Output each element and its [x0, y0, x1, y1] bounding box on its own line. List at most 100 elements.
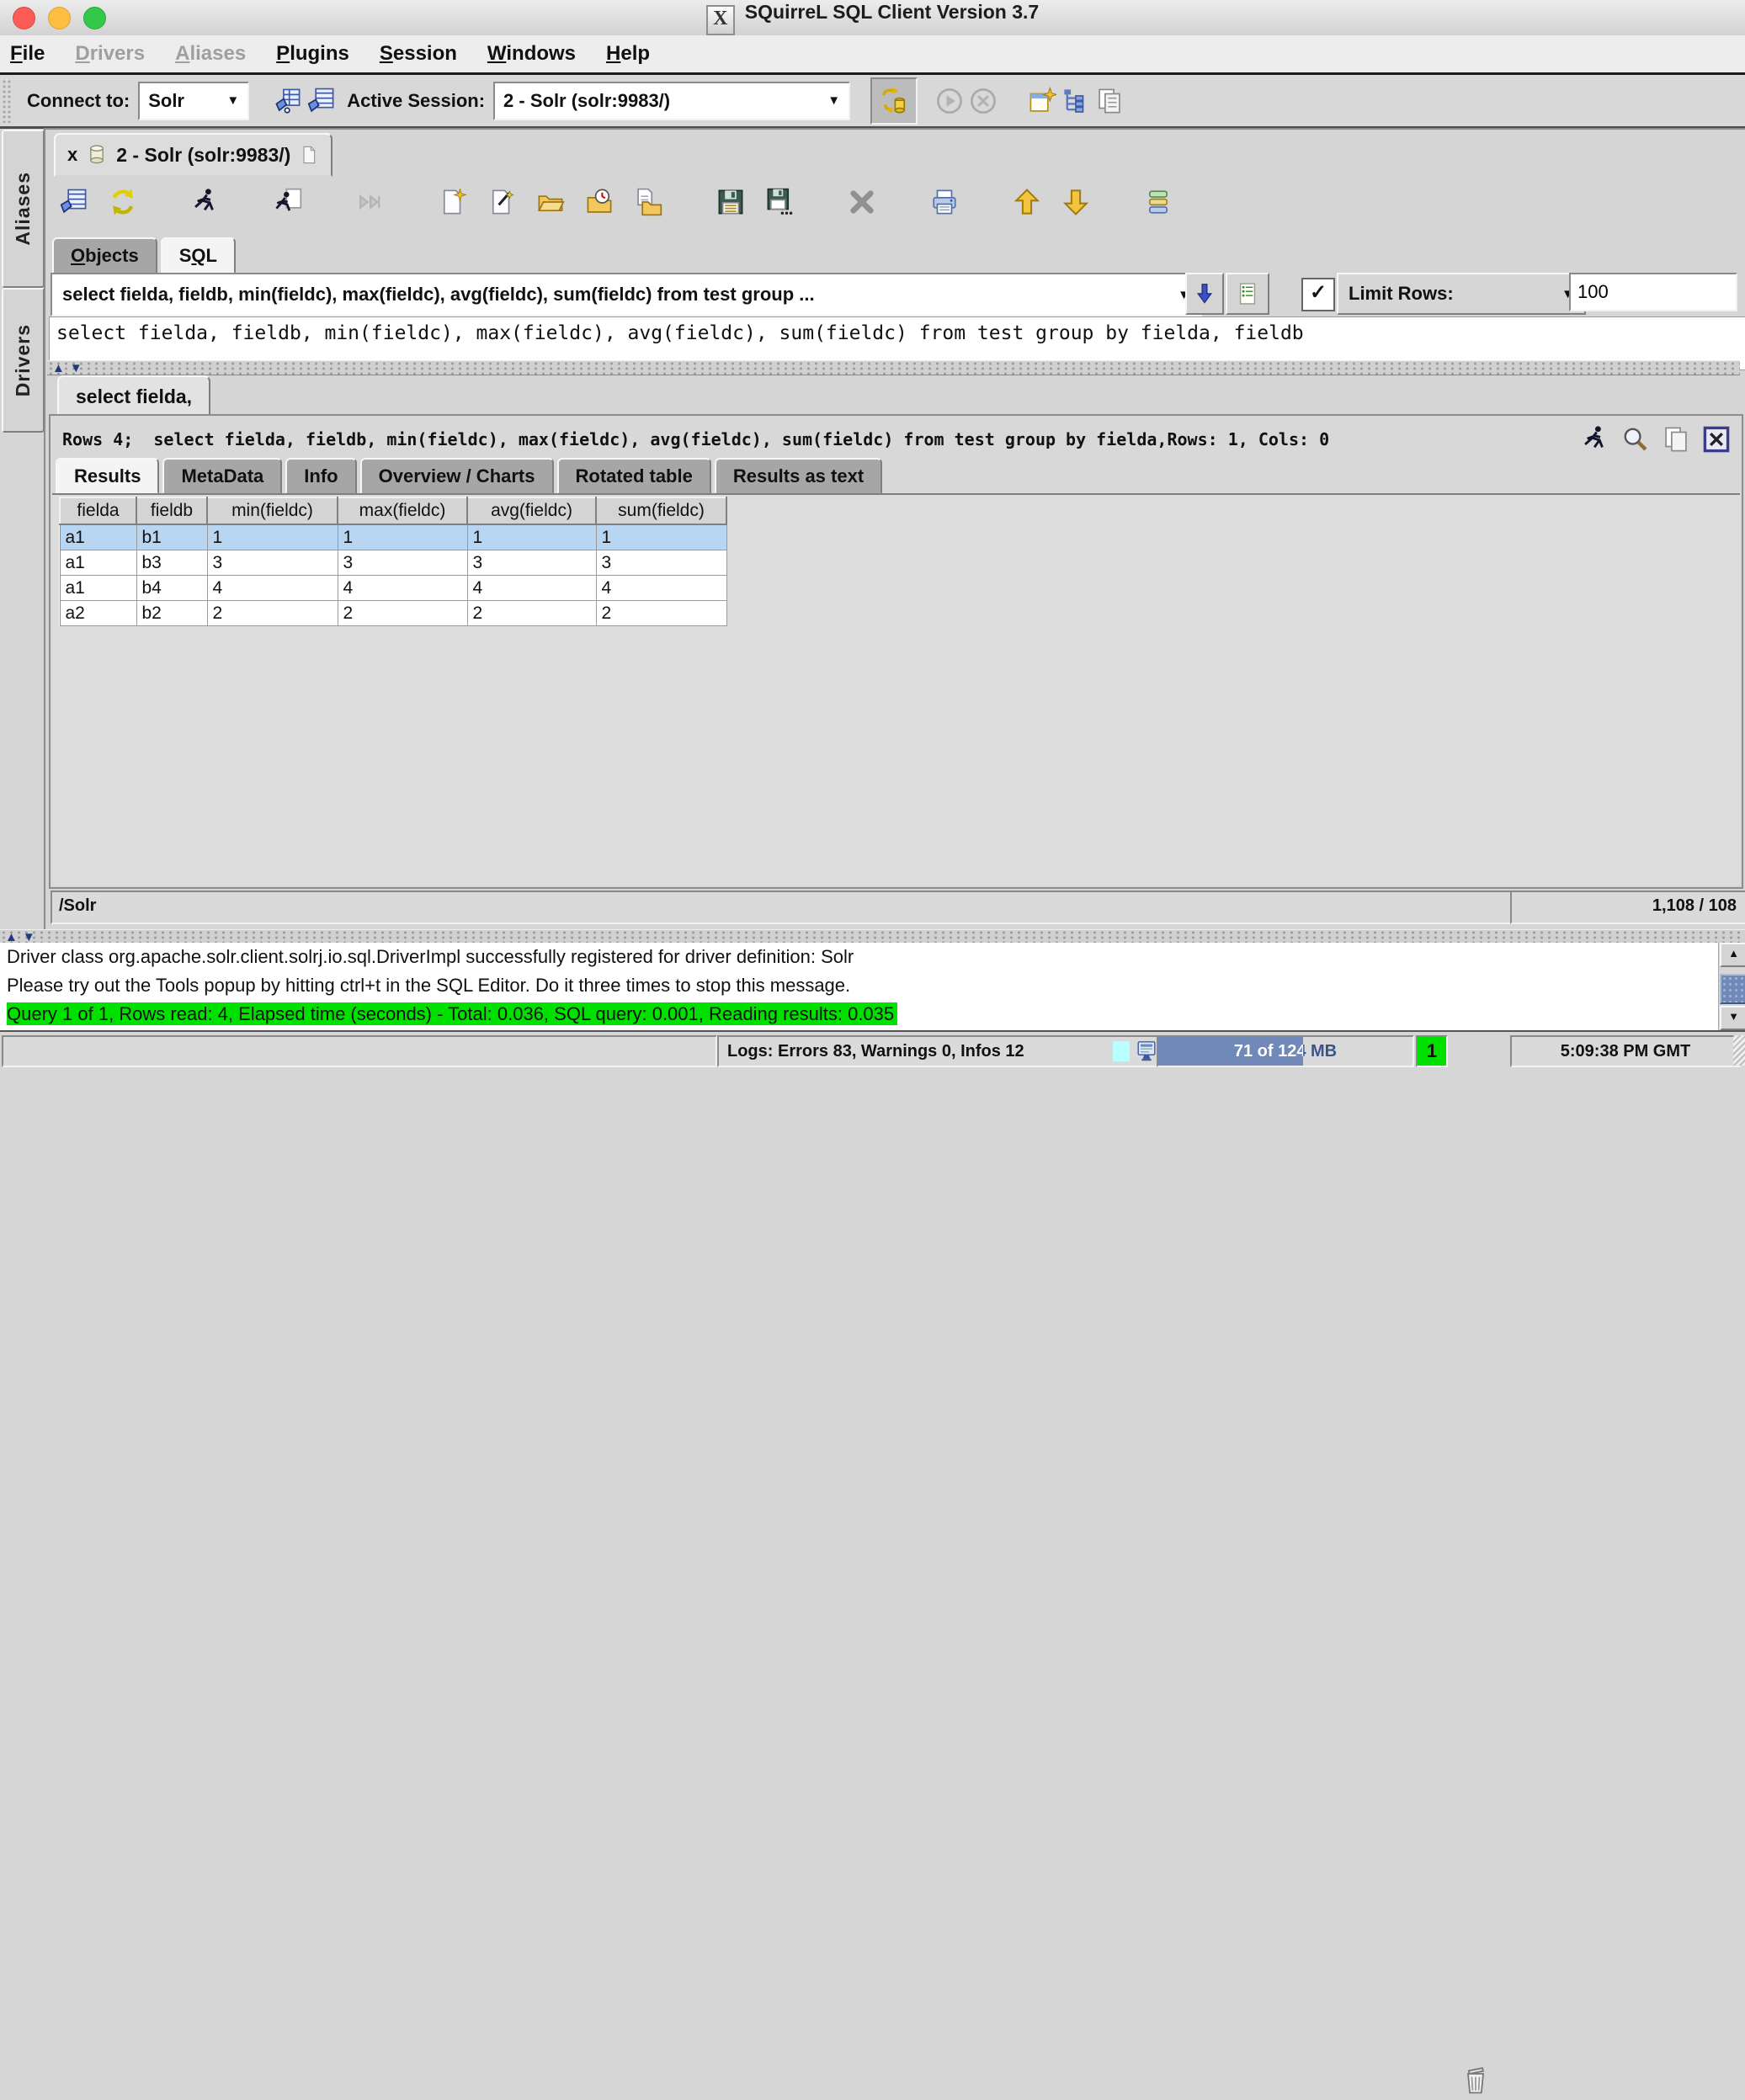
connect-to-dropdown[interactable]: Solr ▼ — [138, 82, 249, 120]
cell: 1 — [207, 524, 338, 550]
editor-results-splitter[interactable]: ▲ ▼ — [47, 360, 1740, 375]
sql-history-dropdown[interactable]: select fielda, fieldb, min(fieldc), max(… — [51, 273, 1202, 316]
append-file-icon[interactable] — [631, 185, 665, 219]
menu-file[interactable]: File — [10, 42, 45, 66]
close-file-icon — [845, 185, 879, 219]
table-row[interactable]: a1b11111 — [60, 524, 726, 550]
column-header[interactable]: min(fieldc) — [207, 497, 338, 524]
column-header[interactable]: max(fieldc) — [338, 497, 467, 524]
cell: 1 — [467, 524, 596, 550]
log-viewer-icon[interactable] — [1135, 1039, 1158, 1063]
collapse-down-icon[interactable]: ▼ — [70, 362, 82, 375]
new-sql-icon[interactable] — [436, 185, 470, 219]
rerun-sql-icon[interactable] — [1578, 423, 1612, 456]
sidebar-drivers-label: Drivers — [12, 324, 35, 396]
edit-sql-wand-icon[interactable] — [485, 185, 519, 219]
copy-result-icon[interactable] — [1659, 423, 1693, 456]
collapse-up-icon[interactable]: ▲ — [52, 362, 65, 375]
menu-windows[interactable]: Windows — [487, 42, 576, 66]
cell: 3 — [207, 550, 338, 576]
result-frame-tab[interactable]: select fielda, — [57, 375, 210, 417]
gc-trash-icon[interactable] — [1460, 2065, 1491, 2100]
toolbar-drag-handle[interactable] — [2, 79, 12, 123]
column-header[interactable]: fieldb — [136, 497, 207, 524]
session-count-badge: 1 — [1416, 1035, 1448, 1067]
cell: 3 — [338, 550, 467, 576]
cell: 3 — [596, 550, 726, 576]
save-as-icon[interactable] — [763, 185, 796, 219]
tab-rotated-table-label: Rotated table — [576, 465, 693, 487]
clock-text: 5:09:38 PM GMT — [1561, 1042, 1690, 1061]
db-cylinder-icon — [86, 142, 108, 167]
sidebar-item-aliases[interactable]: Aliases — [2, 130, 45, 288]
file-history-icon[interactable] — [583, 185, 616, 219]
active-session-dropdown[interactable]: 2 - Solr (solr:9983/) ▼ — [493, 82, 850, 120]
commit-icon[interactable] — [870, 77, 918, 125]
alias-connect-icon[interactable] — [271, 84, 305, 118]
next-result-icon[interactable] — [1059, 185, 1093, 219]
resize-grip[interactable] — [1733, 1035, 1745, 1066]
menu-session[interactable]: Session — [380, 42, 457, 66]
sql-history-list-button[interactable] — [1226, 273, 1269, 315]
tab-overview-charts[interactable]: Overview / Charts — [360, 458, 554, 494]
print-icon[interactable] — [928, 185, 961, 219]
tab-sql[interactable]: SQL — [161, 237, 236, 274]
menu-plugins[interactable]: Plugins — [276, 42, 349, 66]
cell: b3 — [136, 550, 207, 576]
save-icon[interactable] — [714, 185, 747, 219]
scrollbar-thumb[interactable] — [1720, 974, 1745, 1004]
cell: 4 — [338, 576, 467, 601]
memory-text-overlay: 71 of 124 MB — [1158, 1037, 1412, 1066]
session-status-path: /Solr — [51, 891, 1515, 924]
sidebar-item-drivers[interactable]: Drivers — [2, 288, 45, 433]
scroll-down-icon[interactable]: ▼ — [1720, 1006, 1745, 1030]
table-row[interactable]: a1b44444 — [60, 576, 726, 601]
close-result-icon[interactable] — [1700, 423, 1733, 456]
tab-results-as-text[interactable]: Results as text — [715, 458, 882, 494]
tab-info[interactable]: Info — [285, 458, 356, 494]
limit-rows-input[interactable] — [1569, 273, 1737, 311]
tab-sql-label: SQL — [179, 245, 217, 267]
message-log[interactable]: Driver class org.apache.solr.client.solr… — [0, 943, 1745, 1030]
limit-rows-label: Limit Rows: — [1349, 283, 1454, 305]
tab-results-as-text-label: Results as text — [733, 465, 864, 487]
object-tree-icon[interactable] — [1059, 84, 1093, 118]
cell: 2 — [467, 601, 596, 626]
new-session-window-icon[interactable] — [1025, 84, 1059, 118]
collapse-down-icon[interactable]: ▼ — [23, 931, 35, 944]
run-all-sql-icon[interactable] — [271, 185, 305, 219]
column-header[interactable]: avg(fieldc) — [467, 497, 596, 524]
previous-result-icon[interactable] — [1010, 185, 1044, 219]
refresh-icon[interactable] — [106, 185, 140, 219]
table-row[interactable]: a2b22222 — [60, 601, 726, 626]
exec-sql-button[interactable] — [1185, 273, 1224, 315]
tab-metadata[interactable]: MetaData — [162, 458, 282, 494]
session-sheet-icon[interactable] — [305, 84, 338, 118]
chevron-down-icon: ▼ — [827, 93, 840, 108]
table-row[interactable]: a1b33333 — [60, 550, 726, 576]
column-header[interactable]: sum(fieldc) — [596, 497, 726, 524]
result-tab-list-icon[interactable] — [1141, 185, 1175, 219]
limit-rows-checkbox[interactable]: ✓ — [1301, 278, 1335, 311]
column-header[interactable]: fielda — [60, 497, 136, 524]
collapse-up-icon[interactable]: ▲ — [5, 931, 18, 944]
run-sql-icon[interactable] — [189, 185, 222, 219]
session-toolbar — [57, 178, 1737, 226]
find-in-result-icon[interactable] — [1619, 423, 1652, 456]
open-file-icon[interactable] — [534, 185, 567, 219]
session-tab[interactable]: x 2 - Solr (solr:9983/) — [54, 133, 333, 177]
tab-objects[interactable]: Objects — [52, 237, 157, 274]
result-content-pane: fielda fieldb min(fieldc) max(fieldc) av… — [52, 493, 1740, 885]
memory-gauge[interactable]: 71 of 124 MB 71 of 124 MB — [1157, 1035, 1414, 1067]
copy-session-icon[interactable] — [1093, 84, 1126, 118]
tab-rotated-table[interactable]: Rotated table — [557, 458, 711, 494]
limit-rows-dropdown[interactable]: Limit Rows: ▼ — [1337, 273, 1586, 315]
menu-help[interactable]: Help — [606, 42, 650, 66]
tab-results[interactable]: Results — [56, 458, 159, 494]
session-properties-icon[interactable] — [57, 185, 91, 219]
cell: 2 — [338, 601, 467, 626]
scroll-up-icon[interactable]: ▲ — [1720, 943, 1745, 967]
log-scrollbar[interactable]: ▲ ▼ — [1718, 943, 1745, 1030]
close-session-icon[interactable]: x — [67, 144, 77, 166]
logs-summary-panel[interactable]: Logs: Errors 83, Warnings 0, Infos 12 — [717, 1035, 1165, 1067]
